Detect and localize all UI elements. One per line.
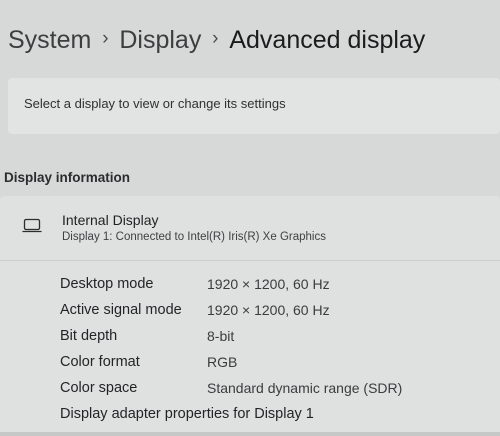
display-description: Display 1: Connected to Intel(R) Iris(R)… bbox=[62, 231, 326, 243]
select-display-card[interactable]: Select a display to view or change its s… bbox=[8, 78, 500, 134]
chevron-right-icon: › bbox=[212, 28, 219, 49]
chevron-right-icon: › bbox=[102, 28, 109, 49]
monitor-icon bbox=[22, 218, 42, 234]
color-format-label: Color format bbox=[60, 354, 140, 370]
divider bbox=[0, 432, 500, 436]
display-header-row: Internal Display Display 1: Connected to… bbox=[0, 196, 500, 261]
display-adapter-properties-link[interactable]: Display adapter properties for Display 1 bbox=[60, 406, 314, 422]
desktop-mode-label: Desktop mode bbox=[60, 276, 154, 292]
color-space-value: Standard dynamic range (SDR) bbox=[207, 380, 403, 396]
active-signal-mode-label: Active signal mode bbox=[60, 302, 182, 318]
bit-depth-label: Bit depth bbox=[60, 328, 118, 344]
breadcrumb: System › Display › Advanced display bbox=[8, 22, 425, 58]
bit-depth-value: 8-bit bbox=[207, 328, 235, 344]
breadcrumb-display[interactable]: Display bbox=[119, 26, 201, 55]
color-space-label: Color space bbox=[60, 380, 138, 396]
display-name: Internal Display bbox=[62, 212, 159, 228]
display-information-card: Internal Display Display 1: Connected to… bbox=[0, 196, 500, 436]
section-title-display-information: Display information bbox=[4, 170, 131, 185]
color-format-value: RGB bbox=[207, 354, 238, 370]
select-display-label: Select a display to view or change its s… bbox=[24, 96, 286, 111]
active-signal-mode-value: 1920 × 1200, 60 Hz bbox=[207, 302, 330, 318]
page-title: Advanced display bbox=[229, 25, 426, 54]
breadcrumb-system[interactable]: System bbox=[8, 26, 91, 55]
desktop-mode-value: 1920 × 1200, 60 Hz bbox=[207, 276, 330, 292]
